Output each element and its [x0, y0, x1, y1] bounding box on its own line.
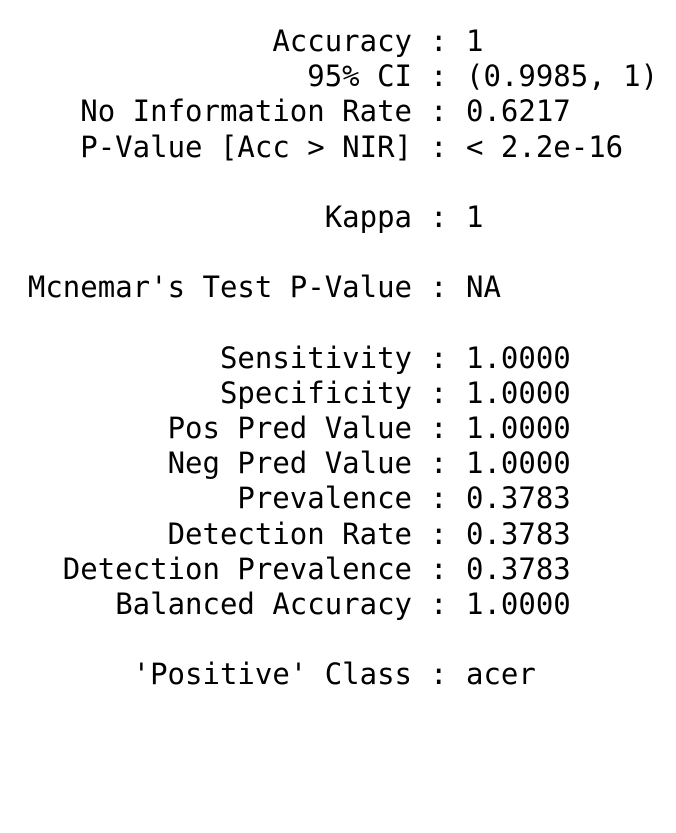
stat-value: 0.3783 — [466, 516, 571, 551]
stat-label: Neg Pred Value — [167, 446, 412, 481]
stat-separator: : — [430, 411, 448, 446]
stat-separator: : — [430, 551, 448, 586]
stat-row-mcnemar-test: Mcnemar's Test P-Value : NA — [0, 270, 676, 305]
stat-row-sensitivity: Sensitivity : 1.0000 — [0, 341, 676, 376]
stat-value: < 2.2e-16 — [466, 129, 624, 164]
stat-label: P-Value [Acc > NIR] — [80, 129, 412, 164]
stat-row-pos-pred-value: Pos Pred Value : 1.0000 — [0, 411, 676, 446]
stat-separator: : — [430, 446, 448, 481]
stat-separator: : — [430, 587, 448, 621]
stat-row-no-information-rate: No Information Rate : 0.6217 — [0, 94, 676, 129]
stat-separator: : — [430, 657, 448, 692]
stat-row-accuracy: Accuracy : 1 — [0, 24, 676, 59]
stat-row-neg-pred-value: Neg Pred Value : 1.0000 — [0, 446, 676, 481]
stat-value: 0.3783 — [466, 481, 571, 516]
stat-separator: : — [430, 24, 448, 58]
stat-row-prevalence: Prevalence : 0.3783 — [0, 481, 676, 516]
stat-row-detection-prevalence: Detection Prevalence : 0.3783 — [0, 552, 676, 587]
stat-row-positive-class: 'Positive' Class : acer — [0, 657, 676, 692]
stat-separator: : — [430, 516, 448, 551]
stat-value: (0.9985, 1) — [466, 59, 659, 94]
stat-row-specificity: Specificity : 1.0000 — [0, 376, 676, 411]
stat-label: No Information Rate — [80, 94, 412, 129]
stat-separator: : — [430, 340, 448, 375]
stat-separator: : — [430, 481, 448, 516]
stat-value: 1 — [466, 24, 484, 58]
stat-label: Sensitivity — [219, 340, 412, 375]
stat-row-kappa: Kappa : 1 — [0, 200, 676, 235]
stat-row-detection-rate: Detection Rate : 0.3783 — [0, 517, 676, 552]
stat-separator: : — [430, 94, 448, 129]
stat-label: Detection Prevalence — [62, 551, 412, 586]
stat-value: 1.0000 — [466, 587, 571, 621]
stat-label: Balanced Accuracy — [115, 587, 412, 621]
confusion-matrix-statistics: Accuracy : 1 95% CI : (0.9985, 1) No Inf… — [0, 24, 676, 693]
stat-label: 'Positive' Class — [132, 657, 412, 692]
stat-label: Accuracy — [272, 24, 412, 58]
stat-value: 1.0000 — [466, 446, 571, 481]
stat-label: Detection Rate — [167, 516, 412, 551]
stat-separator: : — [430, 270, 448, 305]
stat-value: 0.3783 — [466, 551, 571, 586]
stat-value: acer — [466, 657, 536, 692]
stat-label: Prevalence — [237, 481, 412, 516]
stat-label: Kappa — [324, 199, 412, 234]
stat-separator: : — [430, 375, 448, 410]
stat-value: 1.0000 — [466, 411, 571, 446]
stat-value: 1.0000 — [466, 375, 571, 410]
stat-separator: : — [430, 129, 448, 164]
stat-row-p-value-acc-nir: P-Value [Acc > NIR] : < 2.2e-16 — [0, 130, 676, 165]
stat-row-95-ci: 95% CI : (0.9985, 1) — [0, 59, 676, 94]
stat-value: 1.0000 — [466, 340, 571, 375]
stat-label: 95% CI — [307, 59, 412, 94]
stat-separator: : — [430, 199, 448, 234]
stat-value: 0.6217 — [466, 94, 571, 129]
stat-label: Mcnemar's Test P-Value — [27, 270, 412, 305]
stat-label: Specificity — [219, 375, 412, 410]
stat-label: Pos Pred Value — [167, 411, 412, 446]
stat-value: 1 — [466, 199, 484, 234]
stat-value: NA — [466, 270, 501, 305]
stat-separator: : — [430, 59, 448, 94]
stat-row-balanced-accuracy: Balanced Accuracy : 1.0000 — [0, 587, 676, 622]
